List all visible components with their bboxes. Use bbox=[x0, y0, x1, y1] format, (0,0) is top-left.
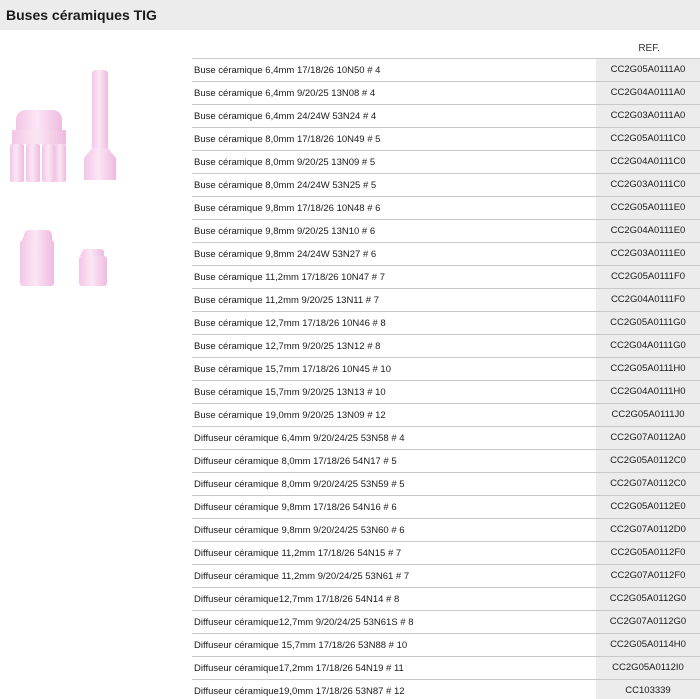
product-description: Buse céramique 15,7mm 9/20/25 13N13 # 10 bbox=[194, 387, 386, 398]
table-row: Buse céramique 19,0mm 9/20/25 13N09 # 12… bbox=[192, 403, 700, 426]
product-ref: CC2G03A0111A0 bbox=[596, 105, 700, 127]
table-row: Diffuseur céramique17,2mm 17/18/26 54N19… bbox=[192, 656, 700, 679]
product-ref: CC2G03A0111E0 bbox=[596, 243, 700, 265]
ref-column-header: REF. bbox=[192, 40, 700, 58]
product-ref: CC2G04A0111C0 bbox=[596, 151, 700, 173]
product-description: Diffuseur céramique 9,8mm 9/20/24/25 53N… bbox=[194, 525, 405, 536]
ceramic-nozzle-small-icon bbox=[20, 230, 54, 286]
product-ref: CC2G05A0111H0 bbox=[596, 358, 700, 380]
product-description: Buse céramique 9,8mm 9/20/25 13N10 # 6 bbox=[194, 226, 376, 237]
product-ref: CC2G04A0111A0 bbox=[596, 82, 700, 104]
table-row: Buse céramique 8,0mm 17/18/26 10N49 # 5 C… bbox=[192, 127, 700, 150]
product-description: Buse céramique 11,2mm 17/18/26 10N47 # 7 bbox=[194, 272, 385, 283]
table-row: Buse céramique 11,2mm 17/18/26 10N47 # 7… bbox=[192, 265, 700, 288]
table-row: Buse céramique 6,4mm 24/24W 53N24 # 4 CC2… bbox=[192, 104, 700, 127]
ref-header-label: REF. bbox=[638, 43, 660, 54]
product-ref: CC2G05A0111J0 bbox=[596, 404, 700, 426]
table-row: Diffuseur céramique 11,2mm 17/18/26 54N1… bbox=[192, 541, 700, 564]
table-row: Buse céramique 15,7mm 9/20/25 13N13 # 10… bbox=[192, 380, 700, 403]
product-ref: CC2G05A0114H0 bbox=[596, 634, 700, 656]
product-description: Diffuseur céramique12,7mm 9/20/24/25 53N… bbox=[194, 617, 414, 628]
product-description: Buse céramique 8,0mm 17/18/26 10N49 # 5 bbox=[194, 134, 381, 145]
product-description: Buse céramique 12,7mm 17/18/26 10N46 # 8 bbox=[194, 318, 386, 329]
product-ref: CC2G05A0112E0 bbox=[596, 496, 700, 518]
product-description: Diffuseur céramique 9,8mm 17/18/26 54N16… bbox=[194, 502, 397, 513]
product-description: Buse céramique 6,4mm 17/18/26 10N50 # 4 bbox=[194, 65, 381, 76]
product-description: Buse céramique 11,2mm 9/20/25 13N11 # 7 bbox=[194, 295, 380, 306]
table-row: Diffuseur céramique 9,8mm 17/18/26 54N16… bbox=[192, 495, 700, 518]
table-row: Buse céramique 9,8mm 9/20/25 13N10 # 6 CC… bbox=[192, 219, 700, 242]
table-body: Buse céramique 6,4mm 17/18/26 10N50 # 4 C… bbox=[192, 58, 700, 699]
product-ref: CC2G07A0112G0 bbox=[596, 611, 700, 633]
table-row: Diffuseur céramique 11,2mm 9/20/24/25 53… bbox=[192, 564, 700, 587]
product-description: Diffuseur céramique 8,0mm 9/20/24/25 53N… bbox=[194, 479, 405, 490]
table-row: Buse céramique 12,7mm 17/18/26 10N46 # 8… bbox=[192, 311, 700, 334]
table-row: Buse céramique 9,8mm 17/18/26 10N48 # 6 C… bbox=[192, 196, 700, 219]
table-row: Diffuseur céramique12,7mm 17/18/26 54N14… bbox=[192, 587, 700, 610]
table-row: Diffuseur céramique 9,8mm 9/20/24/25 53N… bbox=[192, 518, 700, 541]
product-ref: CC2G03A0111C0 bbox=[596, 174, 700, 196]
product-description: Diffuseur céramique 15,7mm 17/18/26 53N8… bbox=[194, 640, 408, 651]
product-illustration bbox=[0, 30, 190, 330]
product-ref: CC2G05A0112G0 bbox=[596, 588, 700, 610]
table-row: Diffuseur céramique 8,0mm 17/18/26 54N17… bbox=[192, 449, 700, 472]
table-row: Buse céramique 8,0mm 9/20/25 13N09 # 5 CC… bbox=[192, 150, 700, 173]
table-row: Buse céramique 15,7mm 17/18/26 10N45 # 1… bbox=[192, 357, 700, 380]
ceramic-nozzle-tiny-icon bbox=[79, 249, 107, 286]
product-description: Buse céramique 9,8mm 17/18/26 10N48 # 6 bbox=[194, 203, 381, 214]
product-ref: CC2G05A0111G0 bbox=[596, 312, 700, 334]
header-bar: Buses céramiques TIG bbox=[0, 0, 700, 30]
ceramic-nozzle-wide-icon bbox=[10, 110, 66, 182]
product-description: Diffuseur céramique 11,2mm 9/20/24/25 53… bbox=[194, 571, 410, 582]
product-table: REF. Buse céramique 6,4mm 17/18/26 10N50… bbox=[192, 40, 700, 699]
table-row: Diffuseur céramique 15,7mm 17/18/26 53N8… bbox=[192, 633, 700, 656]
table-row: Diffuseur céramique 8,0mm 9/20/24/25 53N… bbox=[192, 472, 700, 495]
product-ref: CC2G04A0111H0 bbox=[596, 381, 700, 403]
product-description: Buse céramique 8,0mm 24/24W 53N25 # 5 bbox=[194, 180, 377, 191]
product-ref: CC2G07A0112A0 bbox=[596, 427, 700, 449]
table-row: Buse céramique 8,0mm 24/24W 53N25 # 5 CC2… bbox=[192, 173, 700, 196]
product-ref: CC2G05A0111C0 bbox=[596, 128, 700, 150]
product-description: Diffuseur céramique 11,2mm 17/18/26 54N1… bbox=[194, 548, 402, 559]
product-ref: CC2G04A0111E0 bbox=[596, 220, 700, 242]
product-ref: CC2G07A0112F0 bbox=[596, 565, 700, 587]
product-description: Buse céramique 19,0mm 9/20/25 13N09 # 12 bbox=[194, 410, 386, 421]
table-row: Buse céramique 6,4mm 9/20/25 13N08 # 4 CC… bbox=[192, 81, 700, 104]
product-description: Diffuseur céramique12,7mm 17/18/26 54N14… bbox=[194, 594, 400, 605]
product-description: Diffuseur céramique 8,0mm 17/18/26 54N17… bbox=[194, 456, 397, 467]
product-description: Buse céramique 6,4mm 9/20/25 13N08 # 4 bbox=[194, 88, 376, 99]
page-title: Buses céramiques TIG bbox=[6, 7, 157, 23]
table-row: Diffuseur céramique12,7mm 9/20/24/25 53N… bbox=[192, 610, 700, 633]
product-description: Diffuseur céramique 6,4mm 9/20/24/25 53N… bbox=[194, 433, 405, 444]
product-ref: CC2G05A0112C0 bbox=[596, 450, 700, 472]
product-description: Buse céramique 12,7mm 9/20/25 13N12 # 8 bbox=[194, 341, 381, 352]
product-description: Buse céramique 6,4mm 24/24W 53N24 # 4 bbox=[194, 111, 377, 122]
product-description: Diffuseur céramique19,0mm 17/18/26 53N87… bbox=[194, 686, 405, 697]
product-ref: CC103339 bbox=[596, 680, 700, 699]
product-description: Buse céramique 15,7mm 17/18/26 10N45 # 1… bbox=[194, 364, 391, 375]
table-row: Diffuseur céramique 6,4mm 9/20/24/25 53N… bbox=[192, 426, 700, 449]
product-ref: CC2G07A0112C0 bbox=[596, 473, 700, 495]
product-ref: CC2G05A0112F0 bbox=[596, 542, 700, 564]
product-ref: CC2G05A0111E0 bbox=[596, 197, 700, 219]
product-description: Buse céramique 8,0mm 9/20/25 13N09 # 5 bbox=[194, 157, 376, 168]
product-description: Buse céramique 9,8mm 24/24W 53N27 # 6 bbox=[194, 249, 377, 260]
table-row: Buse céramique 11,2mm 9/20/25 13N11 # 7 C… bbox=[192, 288, 700, 311]
table-row: Buse céramique 6,4mm 17/18/26 10N50 # 4 C… bbox=[192, 58, 700, 81]
table-row: Buse céramique 9,8mm 24/24W 53N27 # 6 CC2… bbox=[192, 242, 700, 265]
product-ref: CC2G04A0111F0 bbox=[596, 289, 700, 311]
ceramic-nozzle-long-icon bbox=[84, 70, 116, 180]
product-ref: CC2G05A0111F0 bbox=[596, 266, 700, 288]
table-row: Diffuseur céramique19,0mm 17/18/26 53N87… bbox=[192, 679, 700, 699]
product-ref: CC2G05A0112I0 bbox=[596, 657, 700, 679]
table-row: Buse céramique 12,7mm 9/20/25 13N12 # 8 C… bbox=[192, 334, 700, 357]
product-ref: CC2G07A0112D0 bbox=[596, 519, 700, 541]
product-ref: CC2G05A0111A0 bbox=[596, 59, 700, 81]
product-ref: CC2G04A0111G0 bbox=[596, 335, 700, 357]
product-description: Diffuseur céramique17,2mm 17/18/26 54N19… bbox=[194, 663, 404, 674]
